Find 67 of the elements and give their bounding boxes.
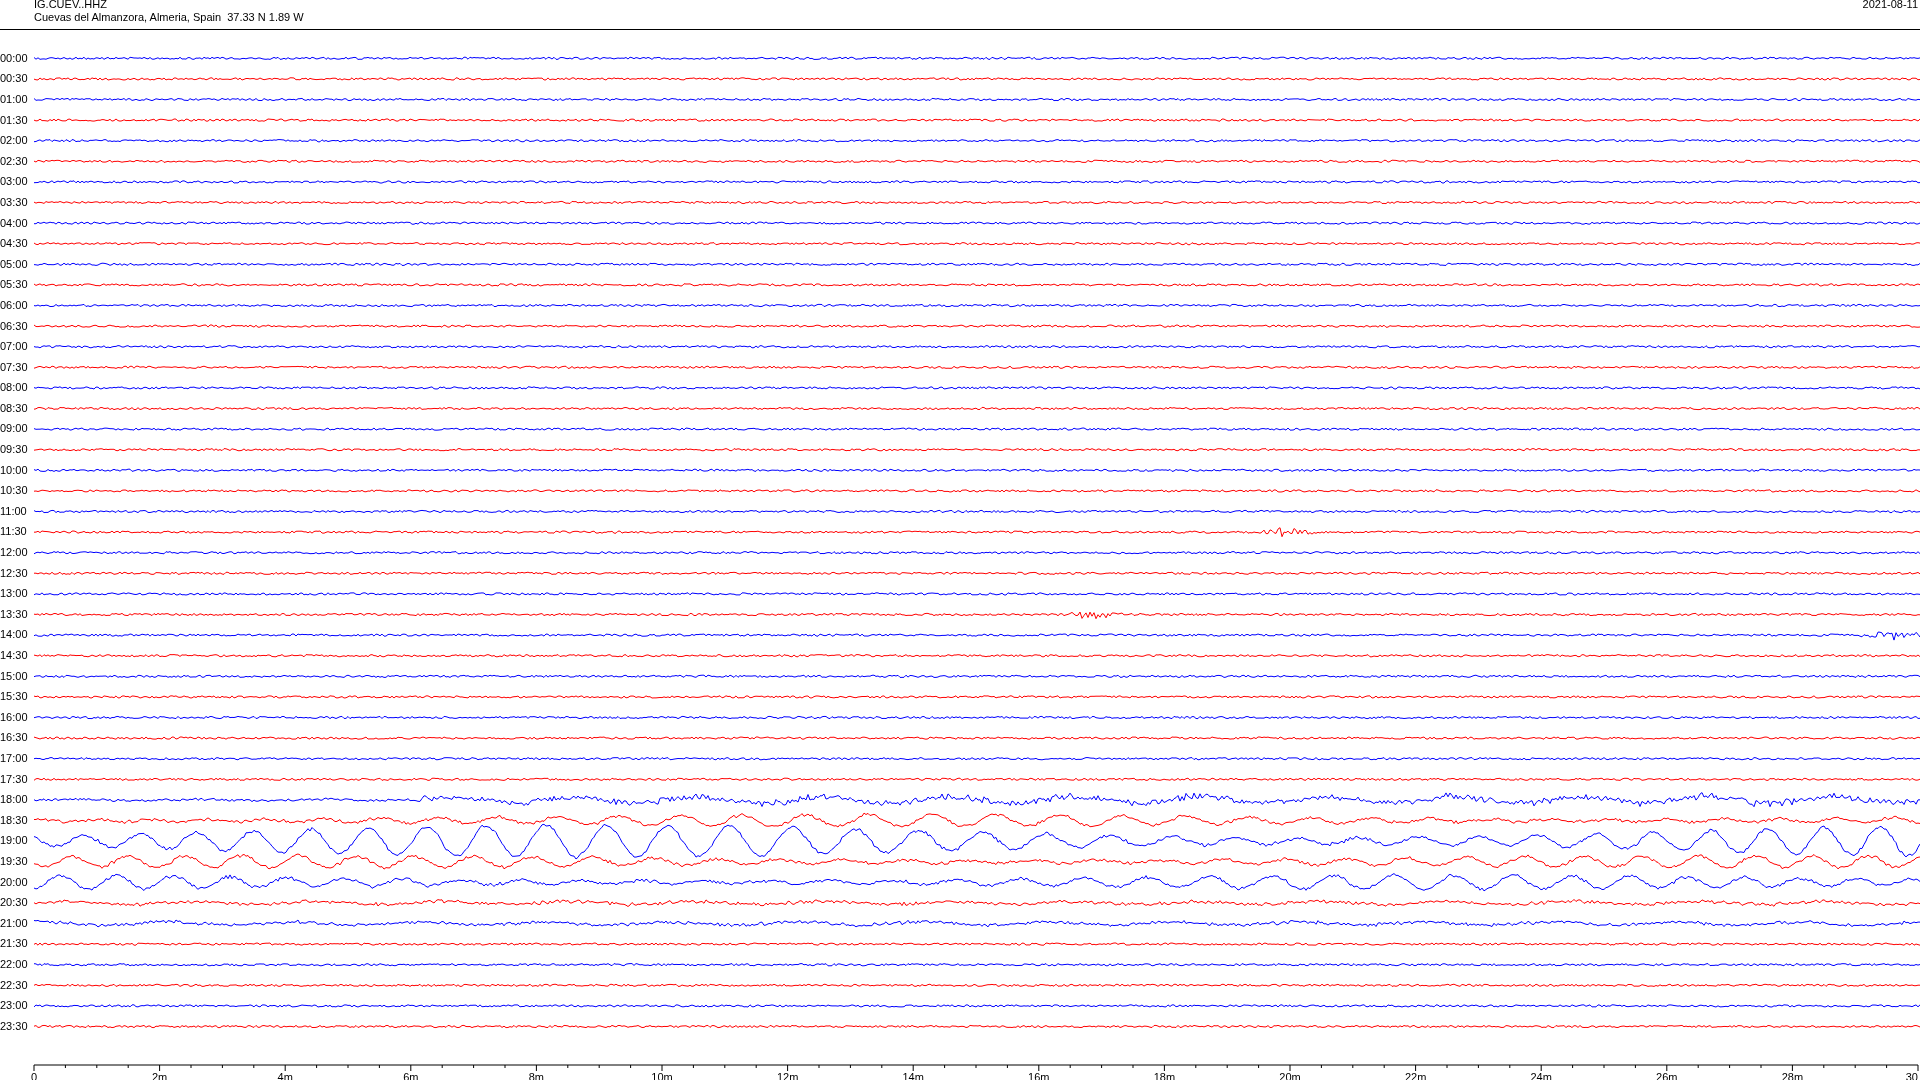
row-time-label: 02:30 — [0, 155, 28, 167]
row-time-label: 08:00 — [0, 382, 28, 394]
axis-tick-label: 6m — [403, 1070, 419, 1080]
row-time-label: 02:00 — [0, 135, 28, 147]
row-time-label: 21:00 — [0, 917, 28, 929]
row-time-label: 19:30 — [0, 855, 28, 867]
axis-tick-label: 22m — [1404, 1070, 1427, 1080]
row-time-label: 13:30 — [0, 608, 28, 620]
axis-tick-label: 4m — [277, 1070, 293, 1080]
row-time-label: 17:00 — [0, 753, 28, 764]
row-time-label: 00:30 — [0, 73, 28, 85]
row-time-label: 05:30 — [0, 279, 28, 291]
row-time-label: 09:00 — [0, 423, 28, 435]
row-time-label: 04:00 — [0, 217, 28, 229]
row-time-label: 23:00 — [0, 1000, 28, 1012]
row-time-label: 10:30 — [0, 485, 28, 497]
row-time-label: 19:00 — [0, 835, 28, 847]
row-time-label: 20:00 — [0, 876, 28, 888]
row-time-label: 14:00 — [0, 629, 28, 641]
row-time-label: 13:00 — [0, 588, 28, 600]
axis-tick-label: 16m — [1028, 1070, 1050, 1080]
axis-tick-label: 14m — [902, 1070, 924, 1080]
row-time-label: 03:30 — [0, 196, 28, 208]
station-location: Cuevas del Almanzora, Almeria, Spain 37.33 N 1.89 W — [34, 11, 304, 24]
row-time-label: 04:30 — [0, 238, 28, 250]
row-time-label: 03:00 — [0, 176, 28, 188]
axis-tick-label: 10m — [651, 1070, 673, 1080]
row-time-label: 15:30 — [0, 691, 28, 703]
row-time-label: 01:00 — [0, 94, 28, 105]
row-time-label: 11:30 — [0, 526, 27, 538]
row-time-label: 16:00 — [0, 711, 28, 723]
axis-tick-label: 26m — [1656, 1070, 1678, 1080]
row-time-label: 00:00 — [0, 52, 28, 64]
row-time-label: 07:00 — [0, 341, 28, 353]
row-time-label: 21:30 — [0, 938, 28, 950]
row-time-label: 11:00 — [0, 505, 27, 517]
row-time-label: 18:00 — [0, 794, 28, 806]
axis-tick-label: 2m — [151, 1070, 168, 1080]
row-time-label: 14:30 — [0, 650, 28, 661]
row-time-label: 07:30 — [0, 361, 28, 373]
row-time-label: 15:00 — [0, 670, 28, 682]
row-time-label: 23:30 — [0, 1020, 28, 1032]
row-time-label: 05:00 — [0, 258, 28, 270]
row-time-label: 16:30 — [0, 732, 28, 744]
axis-tick-label: 0 — [30, 1070, 38, 1080]
row-time-label: 08:30 — [0, 402, 28, 414]
row-time-label: 09:30 — [0, 444, 28, 456]
row-time-label: 01:30 — [0, 114, 28, 126]
row-time-label: 22:30 — [0, 979, 28, 991]
station-code: IG.CUEV..HHZ — [34, 0, 108, 11]
row-time-label: 17:30 — [0, 773, 28, 785]
row-time-label: 06:30 — [0, 320, 28, 332]
row-time-label: 12:30 — [0, 567, 28, 579]
row-time-label: 18:30 — [0, 814, 28, 826]
row-time-label: 22:00 — [0, 958, 28, 970]
axis-tick-label: 28m — [1781, 1070, 1804, 1080]
axis-tick-label: 12m — [776, 1070, 799, 1080]
axis-tick-label: 30 — [1905, 1070, 1918, 1080]
row-time-label: 12:00 — [0, 547, 28, 559]
plot-date: 2021-08-11 — [1862, 0, 1918, 11]
axis-tick-label: 24m — [1530, 1070, 1552, 1080]
row-time-label: 06:00 — [0, 299, 28, 311]
axis-tick-label: 20m — [1279, 1070, 1301, 1080]
axis-tick-label: 18m — [1153, 1070, 1176, 1080]
row-time-label: 10:00 — [0, 464, 28, 476]
axis-tick-label: 8m — [528, 1070, 545, 1080]
row-time-label: 20:30 — [0, 897, 28, 909]
